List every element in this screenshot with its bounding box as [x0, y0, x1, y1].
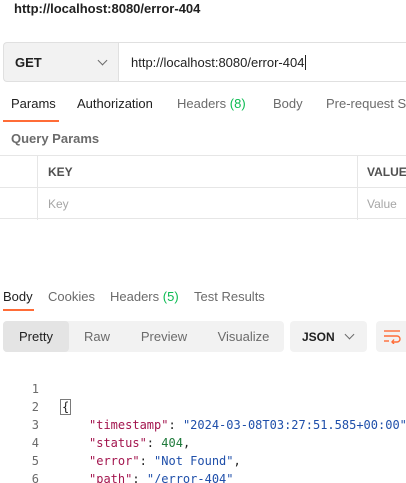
url-text: http://localhost:8080/error-404	[131, 54, 305, 70]
table-row: Key Value	[0, 188, 406, 220]
tab-headers-label: Headers	[177, 96, 227, 111]
json-value: "2024-03-08T03:27:51.585+00:00"	[182, 418, 406, 432]
method-label: GET	[15, 54, 42, 70]
request-tabs: Params Authorization Headers (8) Body Pr…	[0, 96, 406, 122]
response-tabs: Body Cookies Headers (5) Test Results	[0, 289, 406, 313]
url-bar: GET http://localhost:8080/error-404	[3, 42, 406, 82]
code-line: 6 }	[0, 452, 39, 483]
wrap-lines-button[interactable]	[376, 321, 406, 352]
view-visualize[interactable]: Visualize	[203, 321, 284, 352]
code-line: 3 "status": 404,	[0, 398, 190, 450]
value-column-header: VALUE	[367, 165, 406, 179]
column-divider	[357, 156, 358, 220]
response-tab-body[interactable]: Body	[3, 289, 33, 304]
chevron-down-icon	[97, 55, 108, 66]
table-header-row: KEY VALUE	[0, 156, 406, 188]
open-brace: {	[60, 399, 72, 415]
response-tab-cookies[interactable]: Cookies	[48, 289, 95, 304]
key-input[interactable]: Key	[48, 197, 69, 211]
text-cursor	[305, 54, 307, 70]
query-params-label: Query Params	[11, 131, 100, 146]
response-tab-headers[interactable]: Headers (5)	[110, 289, 179, 304]
json-key: "path"	[89, 472, 133, 483]
method-select[interactable]: GET	[3, 42, 118, 82]
json-value: "Not Found"	[154, 454, 234, 468]
json-key: "timestamp"	[89, 418, 169, 432]
chevron-down-icon	[344, 329, 355, 340]
wrap-lines-icon	[384, 330, 401, 344]
view-pretty[interactable]: Pretty	[3, 321, 69, 352]
code-line: 5 "path": "/error-404"	[0, 434, 234, 483]
line-number: 6	[31, 472, 39, 483]
active-tab-indicator	[3, 120, 59, 122]
tab-params[interactable]: Params	[11, 96, 56, 111]
view-raw[interactable]: Raw	[69, 321, 125, 352]
column-divider	[37, 156, 38, 220]
code-line: 4 "error": "Not Found",	[0, 416, 241, 468]
tab-pre-request-script[interactable]: Pre-request Script	[326, 96, 406, 111]
json-link-value[interactable]: "/error-404"	[147, 472, 234, 483]
key-column-header: KEY	[48, 165, 73, 179]
value-input[interactable]: Value	[367, 197, 397, 211]
format-label: JSON	[302, 329, 335, 344]
view-mode-segmented: Pretty Raw Preview Visualize	[3, 321, 284, 352]
json-key: "error"	[89, 454, 140, 468]
query-params-table: KEY VALUE Key Value	[0, 155, 406, 220]
json-key: "status"	[89, 436, 147, 450]
view-preview[interactable]: Preview	[125, 321, 203, 352]
url-input[interactable]: http://localhost:8080/error-404	[118, 42, 406, 82]
json-value: 404	[161, 436, 183, 450]
tab-headers[interactable]: Headers (8)	[177, 96, 246, 111]
response-tab-test-results[interactable]: Test Results	[194, 289, 265, 304]
request-title: http://localhost:8080/error-404	[14, 1, 201, 16]
headers-count: (8)	[229, 96, 246, 111]
code-line: 2 "timestamp": "2024-03-08T03:27:51.585+…	[0, 380, 406, 432]
format-select[interactable]: JSON	[290, 321, 367, 352]
response-headers-count: (5)	[162, 289, 179, 304]
response-tab-headers-label: Headers	[110, 289, 160, 304]
active-response-tab-indicator	[3, 309, 34, 311]
tab-authorization[interactable]: Authorization	[77, 96, 153, 111]
tab-body[interactable]: Body	[273, 96, 303, 111]
code-line: 1 {	[0, 362, 72, 415]
